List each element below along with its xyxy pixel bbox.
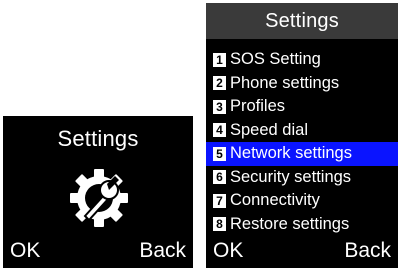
ok-softkey[interactable]: OK bbox=[10, 234, 40, 268]
settings-menu-screen: Settings 1 SOS Setting 2 Phone settings … bbox=[206, 3, 398, 268]
menu-item-security-settings[interactable]: 6 Security settings bbox=[206, 166, 398, 190]
softkey-bar: OK Back bbox=[206, 234, 398, 268]
ok-softkey[interactable]: OK bbox=[213, 234, 243, 268]
settings-menu: 1 SOS Setting 2 Phone settings 3 Profile… bbox=[206, 48, 398, 236]
item-number-badge: 5 bbox=[213, 146, 226, 161]
menu-item-label: Speed dial bbox=[230, 120, 308, 139]
menu-item-label: Profiles bbox=[230, 97, 286, 115]
item-number-badge: 2 bbox=[213, 76, 226, 91]
menu-item-label: SOS Setting bbox=[230, 50, 321, 68]
menu-item-label: Restore settings bbox=[230, 214, 350, 233]
menu-item-phone-settings[interactable]: 2 Phone settings bbox=[206, 72, 398, 96]
menu-item-profiles[interactable]: 3 Profiles bbox=[206, 95, 398, 119]
menu-item-label: Phone settings bbox=[230, 73, 340, 92]
item-number-badge: 7 bbox=[213, 193, 226, 208]
item-number-badge: 8 bbox=[213, 217, 226, 232]
softkey-bar: OK Back bbox=[3, 234, 193, 268]
item-number-badge: 4 bbox=[213, 123, 226, 138]
screen-title: Settings bbox=[57, 126, 139, 151]
item-number-badge: 6 bbox=[213, 170, 226, 185]
menu-item-sos-setting[interactable]: 1 SOS Setting bbox=[206, 48, 398, 72]
menu-item-label: Security settings bbox=[230, 167, 352, 186]
item-number-badge: 1 bbox=[213, 52, 226, 67]
back-softkey[interactable]: Back bbox=[344, 234, 391, 268]
back-softkey[interactable]: Back bbox=[139, 234, 186, 268]
menu-item-label: Network settings bbox=[230, 144, 352, 162]
item-number-badge: 3 bbox=[213, 99, 226, 114]
gear-wrench-icon[interactable] bbox=[67, 166, 131, 230]
settings-home-screen: Settings OK Back bbox=[3, 116, 193, 268]
menu-item-label: Connectivity bbox=[230, 191, 320, 209]
menu-item-speed-dial[interactable]: 4 Speed dial bbox=[206, 119, 398, 143]
screen-title: Settings bbox=[206, 3, 398, 39]
menu-item-restore-settings[interactable]: 8 Restore settings bbox=[206, 213, 398, 237]
menu-item-network-settings[interactable]: 5 Network settings bbox=[206, 142, 398, 166]
menu-item-connectivity[interactable]: 7 Connectivity bbox=[206, 189, 398, 213]
